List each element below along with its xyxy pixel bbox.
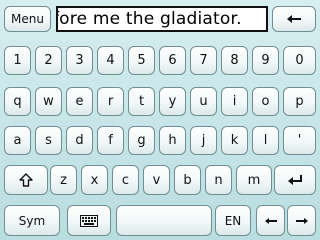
cursor-right-button[interactable] xyxy=(287,205,316,236)
text-input[interactable]: fore me the gladiator. xyxy=(56,6,268,32)
key-u[interactable]: u xyxy=(190,87,217,116)
key-g[interactable]: g xyxy=(128,126,155,155)
key-t[interactable]: t xyxy=(128,87,155,116)
key-6[interactable]: 6 xyxy=(159,46,186,75)
key-9[interactable]: 9 xyxy=(252,46,279,75)
key-y[interactable]: y xyxy=(159,87,186,116)
shift-key[interactable] xyxy=(4,165,48,195)
key-c[interactable]: c xyxy=(112,165,139,195)
key-5[interactable]: 5 xyxy=(128,46,155,75)
key-0[interactable]: 0 xyxy=(283,46,316,75)
sym-button[interactable]: Sym xyxy=(4,205,60,236)
cursor-left-button[interactable] xyxy=(256,205,285,236)
key-v[interactable]: v xyxy=(143,165,170,195)
key-i[interactable]: i xyxy=(221,87,248,116)
key-p[interactable]: p xyxy=(283,87,316,116)
key-n[interactable]: n xyxy=(205,165,232,195)
key-2[interactable]: 2 xyxy=(35,46,62,75)
key-8[interactable]: 8 xyxy=(221,46,248,75)
enter-icon xyxy=(288,175,302,185)
key-l[interactable]: l xyxy=(252,126,279,155)
enter-key[interactable] xyxy=(274,165,316,195)
key-o[interactable]: o xyxy=(252,87,279,116)
key-r[interactable]: r xyxy=(97,87,124,116)
arrow-right-icon xyxy=(295,217,308,224)
language-button[interactable]: EN xyxy=(215,205,251,236)
key-3[interactable]: 3 xyxy=(66,46,93,75)
key-7[interactable]: 7 xyxy=(190,46,217,75)
space-bar[interactable] xyxy=(116,205,212,236)
key-w[interactable]: w xyxy=(35,87,62,116)
key-4[interactable]: 4 xyxy=(97,46,124,75)
key-1[interactable]: 1 xyxy=(4,46,31,75)
arrow-left-icon xyxy=(287,15,301,23)
key-m[interactable]: m xyxy=(236,165,272,195)
keyboard-icon xyxy=(80,214,98,227)
arrow-left-icon xyxy=(264,217,277,224)
key-e[interactable]: e xyxy=(66,87,93,116)
key-d[interactable]: d xyxy=(66,126,93,155)
key-x[interactable]: x xyxy=(81,165,108,195)
key-f[interactable]: f xyxy=(97,126,124,155)
virtual-keyboard: Menu fore me the gladiator. 1 2 3 4 5 6 … xyxy=(0,0,320,240)
key-z[interactable]: z xyxy=(50,165,77,195)
text-input-value: fore me the gladiator. xyxy=(56,9,242,29)
key-s[interactable]: s xyxy=(35,126,62,155)
backspace-button[interactable] xyxy=(272,6,316,32)
key-a[interactable]: a xyxy=(4,126,31,155)
key-apostrophe[interactable]: ' xyxy=(283,126,316,155)
key-b[interactable]: b xyxy=(174,165,201,195)
key-q[interactable]: q xyxy=(4,87,31,116)
key-k[interactable]: k xyxy=(221,126,248,155)
key-j[interactable]: j xyxy=(190,126,217,155)
keyboard-switch-button[interactable] xyxy=(67,205,111,236)
shift-icon xyxy=(19,173,33,187)
menu-button[interactable]: Menu xyxy=(4,6,51,32)
key-h[interactable]: h xyxy=(159,126,186,155)
